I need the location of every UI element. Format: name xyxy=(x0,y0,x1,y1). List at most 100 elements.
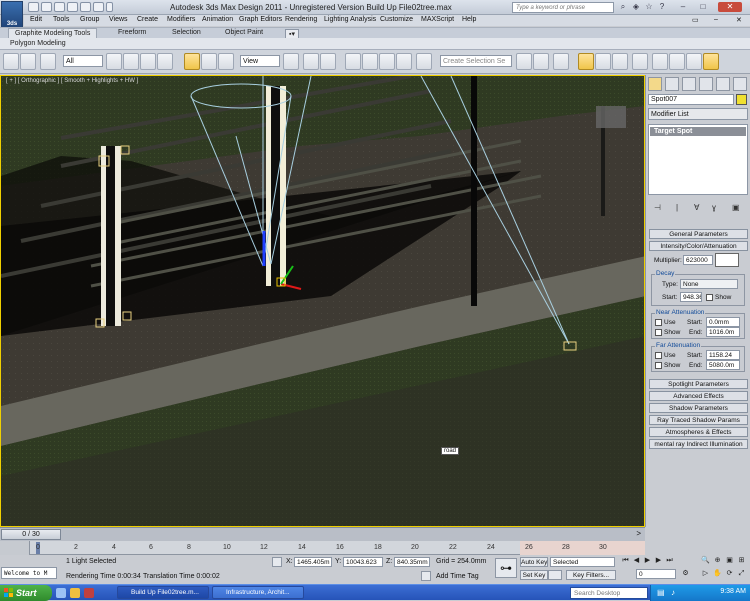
tab-graphite-modeling-tools[interactable]: Graphite Modeling Tools xyxy=(8,28,98,38)
named-selection-set-dropdown[interactable]: Create Selection Se xyxy=(440,55,512,67)
percent-snap-icon[interactable] xyxy=(379,53,395,70)
application-menu-button[interactable]: 3ds xyxy=(1,1,23,29)
reference-coordinate-dropdown[interactable]: View xyxy=(240,55,280,67)
minimize-window-button[interactable]: – xyxy=(678,2,688,12)
menu-customize[interactable]: Customize xyxy=(380,16,413,23)
multiplier-input[interactable]: 623000 xyxy=(683,255,713,265)
window-crossing-icon[interactable] xyxy=(157,53,173,70)
render-active-shade-icon[interactable] xyxy=(703,53,719,70)
near-end-input[interactable]: 1016.0m xyxy=(706,327,740,337)
rollout-intensity-color-attenuation[interactable]: Intensity/Color/Attenuation xyxy=(649,241,748,251)
redo-tool-icon[interactable] xyxy=(20,53,36,70)
menu-animation[interactable]: Animation xyxy=(202,16,233,23)
align-icon[interactable] xyxy=(533,53,549,70)
graphite-toggle-icon[interactable] xyxy=(578,53,594,70)
key-selection-dropdown[interactable]: Selected xyxy=(550,557,615,567)
menu-help[interactable]: Help xyxy=(462,16,476,23)
communication-center-icon[interactable]: ☆ xyxy=(644,2,654,12)
link-icon[interactable] xyxy=(40,53,56,70)
light-color-swatch[interactable] xyxy=(715,253,739,267)
polygon-modeling-panel[interactable]: Polygon Modeling xyxy=(10,40,66,47)
menu-lighting-analysis[interactable]: Lighting Analysis xyxy=(324,16,376,23)
display-tab-icon[interactable] xyxy=(716,77,730,91)
track-bar-toggle[interactable] xyxy=(0,541,30,555)
subscription-icon[interactable]: ◈ xyxy=(631,2,641,12)
stack-item-target-spot[interactable]: Target Spot xyxy=(650,127,746,136)
project-folder-icon[interactable] xyxy=(93,2,104,12)
object-name-field[interactable]: Spot007 xyxy=(648,94,734,105)
rollout-ray-traced-shadow-params[interactable]: Ray Traced Shadow Params xyxy=(649,415,748,425)
menu-edit[interactable]: Edit xyxy=(30,16,42,23)
current-frame-input[interactable]: 0 xyxy=(636,569,676,579)
create-tab-icon[interactable] xyxy=(648,77,662,91)
menu-graph-editors[interactable]: Graph Editors xyxy=(239,16,282,23)
close-doc-icon[interactable]: ✕ xyxy=(736,16,742,24)
quicklaunch-app-icon[interactable] xyxy=(84,588,94,598)
fov-icon[interactable]: ▷ xyxy=(700,569,711,579)
far-start-input[interactable]: 1158.24 xyxy=(706,350,740,360)
goto-start-icon[interactable]: ⏮ xyxy=(620,556,631,566)
near-use-checkbox[interactable] xyxy=(655,319,662,326)
key-filters-button[interactable]: Key Filters... xyxy=(566,570,616,580)
selection-filter-dropdown[interactable]: All xyxy=(63,55,103,67)
decay-show-checkbox[interactable] xyxy=(706,294,713,301)
undo-tool-icon[interactable] xyxy=(3,53,19,70)
scale-icon[interactable] xyxy=(218,53,234,70)
zoom-extents-icon[interactable]: ▣ xyxy=(724,556,735,566)
modifier-list-dropdown[interactable]: Modifier List xyxy=(648,108,748,120)
add-time-tag-button[interactable]: Add Time Tag xyxy=(436,573,479,580)
previous-frame-icon[interactable]: ◀ xyxy=(631,556,642,566)
configure-sets-icon[interactable]: ▣ xyxy=(732,203,740,212)
select-manipulate-icon[interactable] xyxy=(303,53,319,70)
rendered-frame-window-icon[interactable] xyxy=(669,53,685,70)
keyword-search-input[interactable]: Type a keyword or phrase xyxy=(512,2,614,13)
rollout-mental-ray-indirect-illumination[interactable]: mental ray Indirect Illumination xyxy=(649,439,748,449)
show-end-result-icon[interactable]: | xyxy=(676,203,678,212)
pin-stack-icon[interactable]: ⊣ xyxy=(654,203,661,212)
start-button[interactable]: Start xyxy=(0,585,52,601)
undo-icon[interactable] xyxy=(67,2,78,12)
menu-views[interactable]: Views xyxy=(109,16,128,23)
new-file-icon[interactable] xyxy=(28,2,39,12)
rollout-atmospheres-effects[interactable]: Atmospheres & Effects xyxy=(649,427,748,437)
keyboard-shortcut-icon[interactable] xyxy=(320,53,336,70)
pan-icon[interactable]: ✋ xyxy=(712,569,723,579)
motion-tab-icon[interactable] xyxy=(699,77,713,91)
menu-modifiers[interactable]: Modifiers xyxy=(167,16,195,23)
auto-key-button[interactable]: Auto Key xyxy=(520,557,548,567)
make-unique-icon[interactable]: ∀ xyxy=(694,203,699,212)
zoom-icon[interactable]: 🔍 xyxy=(700,556,711,566)
play-icon[interactable]: ▶ xyxy=(642,556,653,566)
time-tag-icon[interactable] xyxy=(421,571,431,581)
hierarchy-tab-icon[interactable] xyxy=(682,77,696,91)
task-3dsmax[interactable]: Build Up File02tree.m... xyxy=(117,586,209,599)
goto-end-icon[interactable]: ⏭ xyxy=(664,556,675,566)
far-end-input[interactable]: 5080.0m xyxy=(706,360,740,370)
search-icon[interactable]: ⌕ xyxy=(618,2,628,12)
schematic-view-icon[interactable] xyxy=(612,53,628,70)
modify-tab-icon[interactable] xyxy=(665,77,679,91)
rollout-general-parameters[interactable]: General Parameters xyxy=(649,229,748,239)
quick-access-dropdown-icon[interactable] xyxy=(106,2,113,12)
maximize-viewport-icon[interactable]: ⤢ xyxy=(736,569,747,579)
menu-create[interactable]: Create xyxy=(137,16,158,23)
angle-snap-icon[interactable] xyxy=(362,53,378,70)
orbit-icon[interactable]: ⟳ xyxy=(724,569,735,579)
rect-selection-icon[interactable] xyxy=(140,53,156,70)
decay-start-input[interactable]: 948.36 xyxy=(680,292,702,302)
near-show-checkbox[interactable] xyxy=(655,329,662,336)
volume-icon[interactable]: ♪ xyxy=(671,588,675,597)
search-desktop-input[interactable]: Search Desktop xyxy=(570,587,648,599)
utilities-tab-icon[interactable] xyxy=(733,77,747,91)
menu-group[interactable]: Group xyxy=(80,16,99,23)
set-key-mode-icon[interactable]: ⊶ xyxy=(495,558,517,578)
default-tangents-icon[interactable] xyxy=(548,570,562,580)
object-color-swatch[interactable] xyxy=(736,94,747,105)
minimize-doc-icon[interactable]: – xyxy=(714,16,718,23)
far-use-checkbox[interactable] xyxy=(655,352,662,359)
menu-tools[interactable]: Tools xyxy=(53,16,69,23)
tab-object-paint[interactable]: Object Paint xyxy=(225,29,263,36)
open-file-icon[interactable] xyxy=(41,2,52,12)
mirror-icon[interactable] xyxy=(516,53,532,70)
next-frame-icon[interactable]: ▶ xyxy=(653,556,664,566)
